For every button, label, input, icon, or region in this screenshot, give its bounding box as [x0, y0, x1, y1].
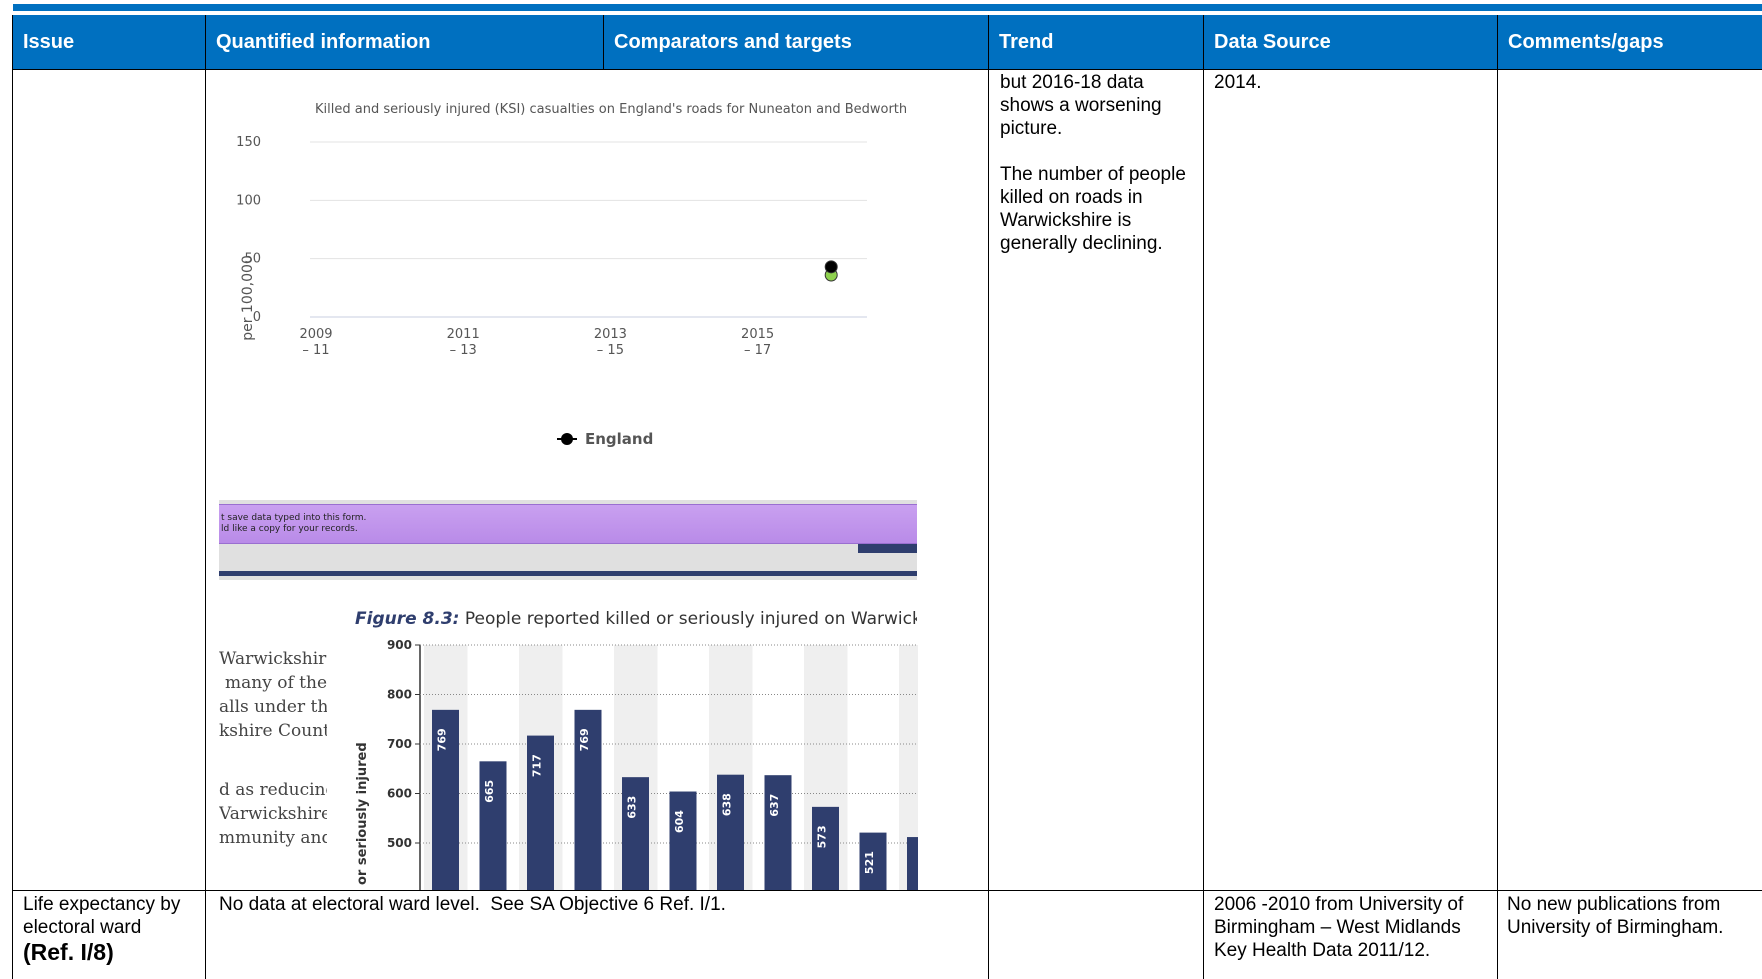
header-issue: Issue	[13, 15, 206, 69]
ksi-chart-ylabel: per 100,000	[240, 255, 256, 341]
trend-text-1: but 2016-18 data shows a worsening pictu…	[1000, 72, 1162, 139]
bar-chart-ytick-label: 500	[387, 836, 412, 850]
figure-label: Figure 8.3:	[355, 609, 460, 629]
ksi-ytick-label: 0	[253, 310, 261, 325]
column-divider	[1497, 69, 1498, 979]
quantified-text: No data at electoral ward level. See SA …	[219, 894, 726, 915]
top-accent-bar	[13, 4, 1762, 11]
bar-chart-bar	[622, 777, 649, 890]
ksi-xtick-label: – 15	[597, 343, 624, 358]
ksi-ytick-label: 150	[236, 135, 261, 150]
figure-caption: People reported killed or seriously inju…	[464, 609, 917, 629]
side-text-line: Varwickshire's	[219, 804, 327, 824]
bar-chart-bar	[764, 775, 792, 890]
bar-chart-data-label: 638	[721, 793, 734, 816]
form-notice-line-2: ld like a copy for your records.	[221, 524, 358, 534]
header-data-source: Data Source	[1204, 15, 1498, 69]
header-comparators: Comparators and targets	[604, 15, 989, 69]
side-text-line: mmunity and	[219, 828, 327, 848]
data-source-text: 2014.	[1214, 72, 1262, 93]
ksi-xtick-label: – 17	[744, 343, 771, 358]
bar-chart-data-label: 604	[673, 810, 686, 833]
bar-chart-bar	[669, 791, 697, 890]
issue-ref: (Ref. I/8)	[23, 939, 114, 965]
dark-rule	[219, 571, 917, 576]
figure-title: Figure 8.3: People reported killed or se…	[355, 609, 917, 629]
ksi-chart-title: Killed and seriously injured (KSI) casua…	[315, 102, 907, 117]
ksi-ytick-label: 100	[236, 193, 261, 208]
comments-life: No new publications from University of B…	[1507, 894, 1724, 938]
ksi-data-point	[824, 260, 838, 274]
bar-chart-ytick-label: 600	[387, 787, 412, 801]
ksi-legend: England	[557, 430, 653, 448]
ksi-xtick-label: 2015	[741, 327, 774, 342]
bar-chart-ylabel: or seriously injured	[355, 742, 370, 885]
ksi-chart-svg: Killed and seriously injured (KSI) casua…	[236, 102, 907, 448]
bar-chart-data-label: 717	[531, 754, 544, 777]
bar-chart-data-label: 665	[483, 780, 496, 803]
legend-england: England	[585, 430, 653, 448]
bar-chart-ytick-label: 900	[387, 638, 412, 652]
side-text-line: alls under the	[219, 697, 327, 717]
bar-chart-ytick-label: 800	[387, 688, 412, 702]
ksi-bar-chart-svg: or seriously injured 500 600 700 800 900 769…	[355, 638, 918, 890]
bar-chart-ytick-label: 700	[387, 737, 412, 751]
header-comments: Comments/gaps	[1498, 15, 1762, 69]
column-divider	[1203, 69, 1204, 979]
header-trend: Trend	[989, 15, 1204, 69]
bar-chart-data-label: 769	[578, 728, 591, 751]
ksi-xtick-label: 2013	[594, 327, 627, 342]
side-text-line: kshire County	[219, 721, 327, 741]
bar-chart-data-label: 521	[863, 851, 876, 874]
data-source-life: 2006 -2010 from University of Birmingham…	[1214, 894, 1464, 961]
header-quantified: Quantified information	[206, 15, 604, 69]
trend-text-2: The number of people killed on roads in …	[1000, 164, 1186, 254]
form-notice-bar: t save data typed into this form. ld lik…	[219, 504, 917, 544]
form-notice-line-1: t save data typed into this form.	[221, 513, 367, 523]
bar-chart-bar	[717, 774, 744, 890]
issue-life-expectancy: Life expectancy by electoral ward	[23, 894, 181, 938]
dark-tab	[858, 544, 917, 553]
ksi-chart: Killed and seriously injured (KSI) casua…	[215, 80, 975, 460]
column-divider	[988, 69, 989, 979]
bar-chart-data-label: 573	[816, 825, 829, 848]
bar-chart-data-label: 637	[768, 794, 781, 817]
bar-chart-data-label: 769	[436, 728, 449, 751]
bar-chart-data-label: 633	[626, 796, 639, 819]
side-text-line: many of the	[225, 673, 327, 693]
embedded-form-notice: t save data typed into this form. ld lik…	[219, 500, 917, 580]
row-divider	[13, 890, 1762, 891]
ksi-ytick-label: 50	[244, 252, 261, 267]
ksi-xtick-label: 2011	[447, 327, 480, 342]
legend-marker	[561, 433, 573, 445]
column-divider	[205, 69, 206, 979]
side-text-line: Warwickshire	[219, 649, 327, 669]
ksi-xtick-label: 2009	[299, 327, 332, 342]
side-text-line: d as reducing	[219, 780, 327, 800]
ksi-bar-chart: or seriously injured 500 600 700 800 900 769…	[340, 635, 918, 890]
ksi-xtick-label: – 13	[450, 343, 477, 358]
row-divider	[13, 69, 1762, 70]
ksi-xtick-label: – 11	[302, 343, 329, 358]
bar-chart-bar	[907, 837, 918, 890]
